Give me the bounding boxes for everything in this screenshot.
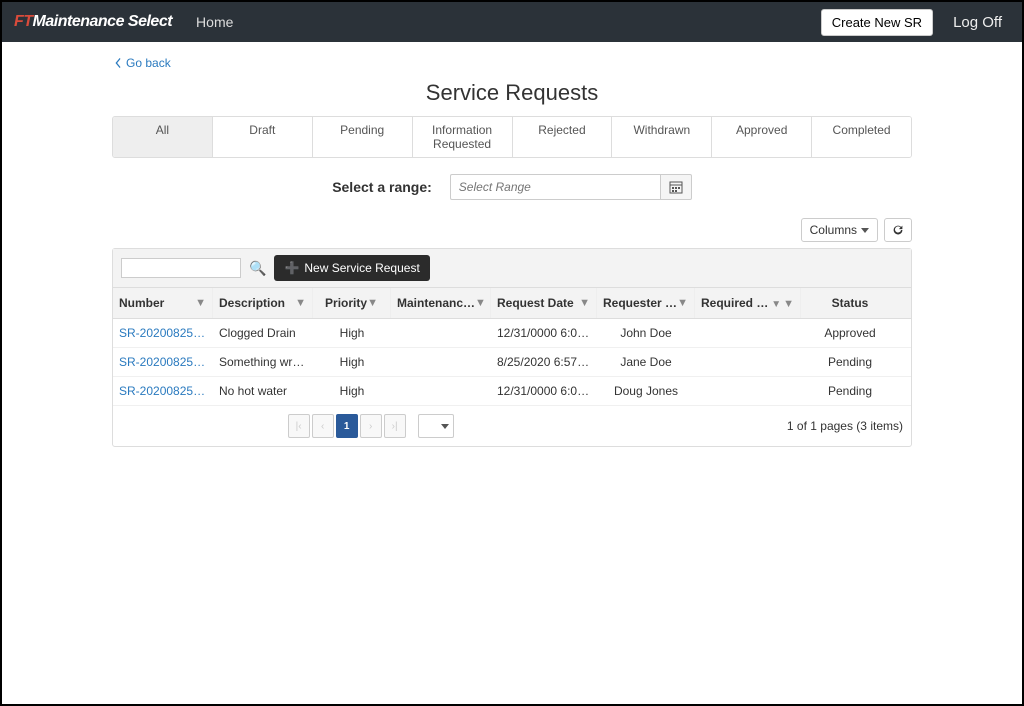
col-header-maintenance[interactable]: Maintenanc…▼ — [391, 288, 491, 318]
range-input[interactable] — [450, 174, 660, 200]
cell-required — [695, 319, 801, 347]
brand-prefix: FT — [14, 13, 33, 30]
refresh-icon — [891, 223, 905, 237]
cell-maintenance — [391, 319, 491, 347]
tab-all[interactable]: All — [113, 117, 212, 157]
cell-description: Clogged Drain — [213, 319, 313, 347]
pager-page-1[interactable]: 1 — [336, 414, 358, 438]
caret-down-icon — [861, 228, 869, 233]
col-header-number[interactable]: Number▼ — [113, 288, 213, 318]
table-row: SR-202008250458-4No hot waterHigh 12/31/0… — [113, 377, 911, 406]
cell-priority: High — [313, 348, 391, 376]
cell-requester: John Doe — [597, 319, 695, 347]
new-sr-label: New Service Request — [304, 261, 419, 275]
col-header-requester[interactable]: Requester …▼ — [597, 288, 695, 318]
sort-desc-icon[interactable]: ▼ — [771, 299, 781, 310]
brand-rest: Maintenance Select — [33, 13, 173, 30]
brand-logo: FTMaintenance Select — [14, 13, 172, 31]
cell-number[interactable]: SR-202008250457-3 — [113, 348, 213, 376]
pager-next[interactable]: › — [360, 414, 382, 438]
cell-description: No hot water — [213, 377, 313, 405]
grid-header: Number▼ Description▼ Priority▼ Maintenan… — [113, 288, 911, 319]
page-title: Service Requests — [112, 80, 912, 106]
cell-requester: Doug Jones — [597, 377, 695, 405]
filter-icon[interactable]: ▼ — [783, 298, 794, 310]
cell-number[interactable]: SR-202008250458-4 — [113, 377, 213, 405]
cell-priority: High — [313, 319, 391, 347]
columns-label: Columns — [810, 223, 857, 237]
cell-required — [695, 377, 801, 405]
cell-maintenance — [391, 348, 491, 376]
cell-request-date: 12/31/0000 6:09 PM — [491, 377, 597, 405]
chevron-left-icon — [114, 58, 122, 68]
tab-draft[interactable]: Draft — [212, 117, 312, 157]
pager-first[interactable]: |‹ — [288, 414, 310, 438]
cell-description: Something wrong wi — [213, 348, 313, 376]
create-new-sr-button[interactable]: Create New SR — [821, 9, 933, 36]
col-header-required[interactable]: Required …▼▼ — [695, 288, 801, 318]
table-row: SR-202008250457-3Something wrong wiHigh 8… — [113, 348, 911, 377]
filter-icon[interactable]: ▼ — [195, 297, 206, 309]
columns-button[interactable]: Columns — [801, 218, 878, 242]
tab-withdrawn[interactable]: Withdrawn — [611, 117, 711, 157]
go-back-link[interactable]: Go back — [114, 56, 171, 70]
grid-controls: Columns — [112, 218, 912, 242]
col-header-priority[interactable]: Priority▼ — [313, 288, 391, 318]
grid-footer: |‹ ‹ 1 › ›| 1 of 1 pages (3 items) — [113, 406, 911, 446]
status-tabs: All Draft Pending Information Requested … — [112, 116, 912, 158]
page-info: 1 of 1 pages (3 items) — [787, 419, 903, 433]
cell-requester: Jane Doe — [597, 348, 695, 376]
calendar-button[interactable] — [660, 174, 692, 200]
cell-request-date: 12/31/0000 6:09 PM — [491, 319, 597, 347]
tab-completed[interactable]: Completed — [811, 117, 911, 157]
tab-pending[interactable]: Pending — [312, 117, 412, 157]
col-header-status[interactable]: Status — [801, 288, 899, 318]
pager-prev[interactable]: ‹ — [312, 414, 334, 438]
pager-last[interactable]: ›| — [384, 414, 406, 438]
tab-information-requested[interactable]: Information Requested — [412, 117, 512, 157]
col-header-request-date[interactable]: Request Date▼ — [491, 288, 597, 318]
col-header-description[interactable]: Description▼ — [213, 288, 313, 318]
cell-maintenance — [391, 377, 491, 405]
calendar-icon — [669, 180, 683, 194]
table-row: SR-202008250456-1Clogged DrainHigh 12/31/… — [113, 319, 911, 348]
caret-down-icon — [441, 424, 449, 429]
search-icon[interactable]: 🔍 — [249, 260, 266, 277]
cell-status: Pending — [801, 348, 899, 376]
refresh-button[interactable] — [884, 218, 912, 242]
nav-home[interactable]: Home — [196, 14, 233, 30]
cell-request-date: 8/25/2020 6:57 AM — [491, 348, 597, 376]
service-request-grid: 🔍 ➕ New Service Request Number▼ Descript… — [112, 248, 912, 447]
cell-priority: High — [313, 377, 391, 405]
filter-icon[interactable]: ▼ — [579, 297, 590, 309]
cell-required — [695, 348, 801, 376]
grid-body: SR-202008250456-1Clogged DrainHigh12/31/… — [113, 319, 911, 406]
go-back-label: Go back — [126, 56, 171, 70]
cell-status: Pending — [801, 377, 899, 405]
filter-icon[interactable]: ▼ — [367, 297, 378, 309]
top-nav: FTMaintenance Select Home Create New SR … — [2, 2, 1022, 42]
grid-search-input[interactable] — [121, 258, 241, 278]
filter-icon[interactable]: ▼ — [475, 297, 486, 309]
tab-rejected[interactable]: Rejected — [512, 117, 612, 157]
page-size-select[interactable] — [418, 414, 454, 438]
tab-approved[interactable]: Approved — [711, 117, 811, 157]
new-service-request-button[interactable]: ➕ New Service Request — [274, 255, 429, 281]
pager: |‹ ‹ 1 › ›| — [288, 414, 454, 438]
cell-number[interactable]: SR-202008250456-1 — [113, 319, 213, 347]
filter-icon[interactable]: ▼ — [295, 297, 306, 309]
filter-icon[interactable]: ▼ — [677, 297, 688, 309]
grid-toolbar: 🔍 ➕ New Service Request — [113, 249, 911, 288]
logoff-link[interactable]: Log Off — [945, 14, 1010, 31]
range-label: Select a range: — [332, 179, 432, 195]
cell-status: Approved — [801, 319, 899, 347]
range-row: Select a range: — [112, 174, 912, 200]
plus-icon: ➕ — [284, 261, 299, 275]
